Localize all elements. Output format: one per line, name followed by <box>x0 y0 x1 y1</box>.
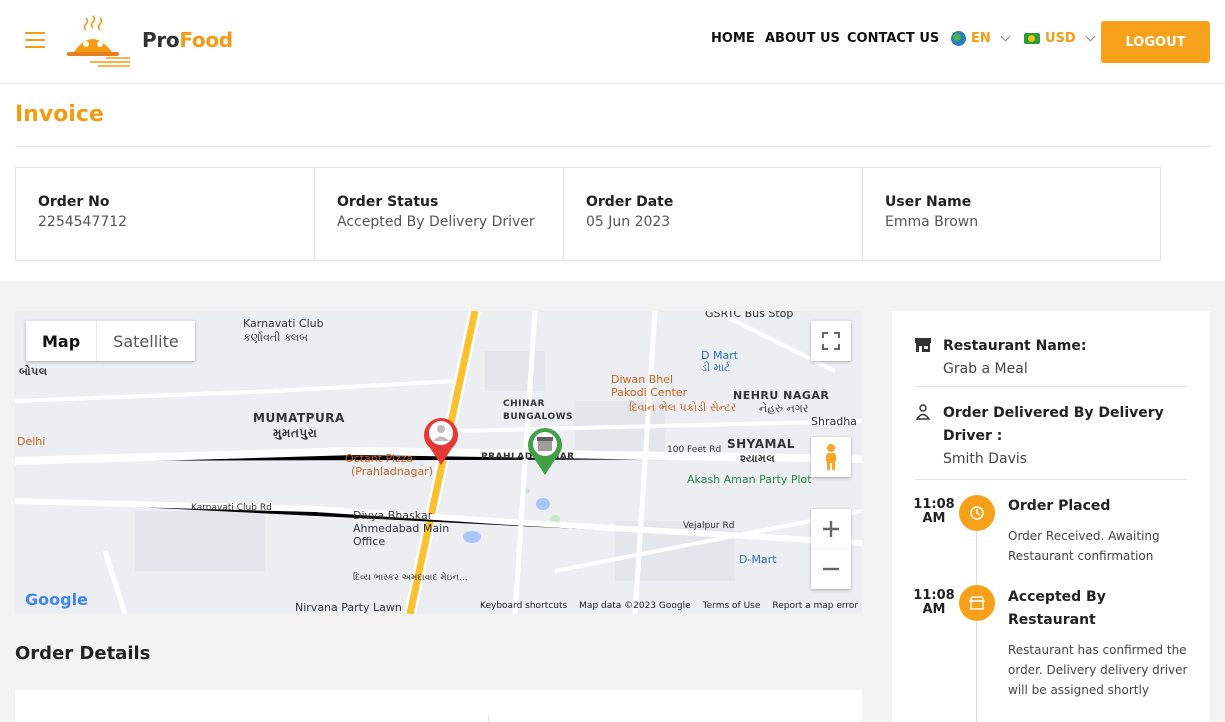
map-label-nirvana: Nirvana Party Lawn <box>295 601 402 614</box>
delivery-driver-icon <box>915 404 931 420</box>
currency-selector[interactable]: USD <box>1024 31 1096 46</box>
map-label-dmart-gu: ડી માર્ટ <box>701 361 731 374</box>
header: ProFood HOME ABOUT US CONTACT US EN USD … <box>0 0 1225 84</box>
restaurant-name-label: Restaurant Name: <box>943 338 1087 354</box>
google-logo: Google <box>25 590 88 609</box>
logo-food: Food <box>179 28 233 52</box>
map-type-toggle: Map Satellite <box>26 321 195 361</box>
timeline-time: 11:08 AM <box>913 497 955 526</box>
map-label-mumatpura-gu: મુમતપુરા <box>273 426 318 440</box>
map-label-d-mart-2: D-Mart <box>739 553 777 566</box>
chevron-down-icon <box>1000 31 1011 42</box>
map-label-karnavati-club-gu: કર્ણાવતી ક્લબ <box>243 331 308 344</box>
order-no-value: 2254547712 <box>38 214 128 230</box>
order-status-box: Order Status Accepted By Delivery Driver <box>314 167 564 261</box>
order-info-panel: Restaurant Name: Grab a Meal Order Deliv… <box>892 311 1210 722</box>
invoice-section: Invoice Order No 2254547712 Order Status… <box>0 84 1225 281</box>
order-status-label: Order Status <box>337 194 439 210</box>
street-view-button[interactable] <box>811 437 851 477</box>
user-name-label: User Name <box>885 194 972 210</box>
user-name-value: Emma Brown <box>885 214 979 230</box>
map-label-octant-pizza: Octant Pizza <box>345 452 414 465</box>
map-label-shradha: Shradha <box>811 415 857 428</box>
order-details-card <box>15 690 862 722</box>
zoom-out-button[interactable] <box>811 549 851 589</box>
driver-value: Smith Davis <box>943 451 1028 467</box>
fullscreen-button[interactable] <box>811 321 851 361</box>
logo-icon[interactable] <box>62 12 132 68</box>
divider <box>488 714 489 722</box>
nav-home[interactable]: HOME <box>711 31 755 46</box>
map-label-shyamal-gu: શ્યામલ <box>740 452 776 465</box>
map-label-diwan-bhel-gu: દિવાન ભેલ પકોડી સેન્ટર <box>629 401 737 414</box>
terms-link[interactable]: Terms of Use <box>703 601 761 611</box>
order-details-title: Order Details <box>15 643 151 664</box>
language-selector[interactable]: EN <box>951 31 1011 46</box>
restaurant-icon <box>959 585 995 621</box>
globe-icon <box>951 31 966 46</box>
map-label-mumatpura: MUMATPURA <box>253 411 345 425</box>
language-value: EN <box>971 31 991 46</box>
order-date-box: Order Date 05 Jun 2023 <box>563 167 863 261</box>
keyboard-shortcuts-link[interactable]: Keyboard shortcuts <box>480 601 567 611</box>
order-no-label: Order No <box>38 194 110 210</box>
map-label-karnavati-club: Karnavati Club <box>243 317 324 330</box>
order-date-label: Order Date <box>586 194 674 210</box>
logo-pro: Pro <box>142 28 180 52</box>
map-label-nehru-nagar-gu: નેહરુ નગર <box>759 402 809 415</box>
restaurant-info: Restaurant Name: Grab a Meal <box>915 335 1187 387</box>
driver-label: Order Delivered By Delivery Driver : <box>943 405 1164 444</box>
restaurant-name-value: Grab a Meal <box>943 361 1028 377</box>
nav-contact-us[interactable]: CONTACT US <box>847 31 939 46</box>
delivery-map[interactable]: Map Satellite Karnavati Club કર્ણાવતી ક્… <box>15 311 862 614</box>
page-title: Invoice <box>15 102 104 127</box>
currency-flag-icon <box>1024 33 1040 44</box>
satellite-view-button[interactable]: Satellite <box>96 321 195 361</box>
order-date-value: 05 Jun 2023 <box>586 214 671 230</box>
minus-icon <box>823 567 839 571</box>
store-icon <box>915 338 931 352</box>
map-footer: Keyboard shortcuts Map data ©2023 Google… <box>480 601 858 611</box>
timeline-desc: Restaurant has confirmed the order. Deli… <box>1008 643 1188 697</box>
map-label-delhi: Delhi <box>17 435 46 448</box>
plus-icon <box>823 521 839 537</box>
timeline-title: Accepted By Restaurant <box>1008 589 1106 628</box>
map-label-octant-pizza-2: (Prahladnagar) <box>351 465 433 478</box>
clock-icon <box>959 495 995 531</box>
timeline-time: 11:08 AM <box>913 588 955 617</box>
order-status-value: Accepted By Delivery Driver <box>337 214 535 230</box>
map-view-button[interactable]: Map <box>26 321 97 361</box>
map-label-akash-aman: Akash Aman Party Plot <box>687 473 812 486</box>
fullscreen-icon <box>822 332 840 350</box>
user-name-box: User Name Emma Brown <box>862 167 1161 261</box>
divider <box>15 146 1210 147</box>
user-location-marker-icon[interactable] <box>422 415 460 467</box>
map-label-karnavati-club-rd: Karnavati Club Rd <box>191 503 272 513</box>
map-label-100-feet-rd: 100 Feet Rd <box>667 445 722 455</box>
nav-about-us[interactable]: ABOUT US <box>765 31 840 46</box>
menu-icon[interactable] <box>25 32 45 50</box>
map-label-shyamal: SHYAMAL <box>727 437 795 451</box>
chevron-down-icon <box>1085 31 1096 42</box>
zoom-in-button[interactable] <box>811 509 851 549</box>
map-label-gsrtc: GSRTC Bus Stop <box>705 311 794 320</box>
pegman-icon <box>826 444 836 470</box>
timeline-desc: Order Received. Awaiting Restaurant conf… <box>1008 529 1160 563</box>
order-no-box: Order No 2254547712 <box>15 167 315 261</box>
map-data-label: Map data ©2023 Google <box>579 601 691 611</box>
map-label-diwan-bhel: Diwan Bhel Pakodi Center <box>611 373 688 399</box>
currency-value: USD <box>1045 31 1076 46</box>
map-label-divya-bhaskar-gu: દિવ્ય ભાસ્કર અમદાવાદ મેઇન... <box>353 573 468 583</box>
logo-text[interactable]: ProFood <box>142 28 233 52</box>
map-label-bopal: બોપલ <box>19 365 48 378</box>
restaurant-location-marker-icon[interactable] <box>526 427 564 477</box>
map-label-vejalpur-rd: Vejalpur Rd <box>683 521 735 531</box>
timeline-title: Order Placed <box>1008 498 1111 514</box>
report-error-link[interactable]: Report a map error <box>772 601 858 611</box>
map-label-divya-bhaskar: Divya Bhaskar Ahmedabad Main Office <box>353 509 450 548</box>
map-label-nehru-nagar: NEHRU NAGAR <box>733 389 830 402</box>
map-label-chinar: CHINAR BUNGALOWS <box>503 399 574 422</box>
logout-button[interactable]: LOGOUT <box>1101 21 1210 63</box>
driver-info: Order Delivered By Delivery Driver : Smi… <box>915 402 1187 480</box>
